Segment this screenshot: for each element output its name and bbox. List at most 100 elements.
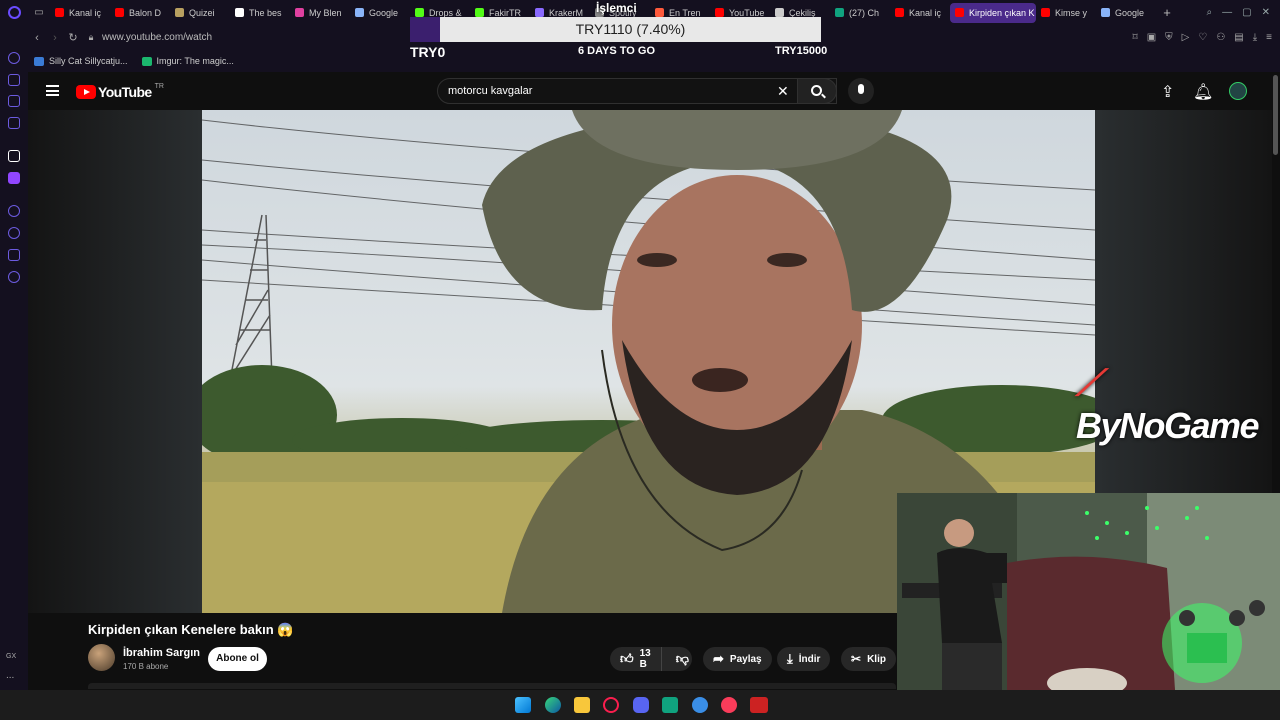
- channel-avatar[interactable]: [88, 644, 115, 671]
- discord-icon[interactable]: [633, 697, 649, 713]
- upload-icon[interactable]: ⇪: [1161, 82, 1174, 102]
- browser-tab[interactable]: Balon D: [110, 3, 170, 23]
- browser-tab[interactable]: Kanal iç: [50, 3, 110, 23]
- account-avatar[interactable]: [1229, 82, 1247, 100]
- forward-icon[interactable]: ›: [46, 32, 64, 44]
- tab-label: Kanal iç: [69, 7, 102, 18]
- close-window-icon[interactable]: ✕: [1262, 7, 1270, 18]
- back-icon[interactable]: ‹: [28, 32, 46, 44]
- bookmark-item[interactable]: Imgur: The magic...: [141, 56, 234, 66]
- bookmark-label: Imgur: The magic...: [156, 56, 234, 66]
- browser-tab[interactable]: Google: [1096, 3, 1156, 23]
- voice-search-icon[interactable]: [848, 78, 874, 104]
- subscriber-count: 170 B abone: [123, 662, 169, 671]
- menu-icon[interactable]: ≡: [1266, 32, 1272, 43]
- bookmark-label: Silly Cat Sillycatju...: [49, 56, 128, 66]
- browser-tab[interactable]: Kirpiden çıkan K: [950, 2, 1036, 23]
- description-box[interactable]: [88, 683, 896, 689]
- extensions-sidebar-icon[interactable]: [8, 249, 20, 261]
- kick-icon[interactable]: [8, 150, 20, 162]
- opera-gx-taskbar-icon[interactable]: [603, 697, 619, 713]
- stream-app-icon[interactable]: [750, 697, 768, 713]
- url-field[interactable]: www.youtube.com/watch: [102, 32, 212, 43]
- tab-label: Kimse y: [1055, 7, 1088, 18]
- window-controls: ⌕ — ▢ ✕: [1207, 0, 1270, 25]
- messenger-icon[interactable]: [8, 95, 20, 107]
- tab-favicon-icon: [835, 8, 844, 17]
- goal-progress-text: TRY1110 (7.40%): [440, 17, 821, 42]
- itunes-icon[interactable]: [721, 697, 737, 713]
- download-button[interactable]: ⤓ İndir: [777, 647, 831, 671]
- vpn-icon[interactable]: ⛨: [1165, 32, 1173, 43]
- notifications-bell-icon[interactable]: 🔔︎: [1193, 82, 1213, 102]
- account-icon[interactable]: ⚇: [1216, 32, 1225, 43]
- settings-icon[interactable]: [8, 271, 20, 283]
- channel-name[interactable]: İbrahim Sargın: [123, 647, 200, 659]
- windows-start-icon[interactable]: [515, 697, 531, 713]
- clear-search-icon[interactable]: ✕: [777, 83, 789, 100]
- tab-favicon-icon: [295, 8, 304, 17]
- share-label: Paylaş: [729, 653, 762, 665]
- twitch-icon[interactable]: [8, 172, 20, 184]
- search-button[interactable]: [797, 78, 837, 104]
- subscribe-button[interactable]: Abone ol: [208, 647, 267, 671]
- browser-tab[interactable]: Google: [350, 3, 410, 23]
- maximize-icon[interactable]: ▢: [1242, 7, 1251, 18]
- file-explorer-icon[interactable]: [574, 697, 590, 713]
- gx-label: GX: [6, 653, 17, 660]
- browser-sidebar: GX ...: [0, 25, 28, 690]
- search-tabs-icon[interactable]: ⌕: [1207, 7, 1213, 18]
- minimize-icon[interactable]: —: [1222, 7, 1232, 18]
- share-button[interactable]: ➦ Paylaş: [703, 647, 772, 671]
- guide-menu-icon[interactable]: [46, 85, 59, 96]
- music-icon[interactable]: [8, 117, 20, 129]
- snapshot-icon[interactable]: ▣: [1147, 32, 1156, 43]
- clip-button[interactable]: ✂ Klip: [841, 647, 896, 671]
- app-taskbar-icon[interactable]: [692, 697, 708, 713]
- scrollbar-thumb[interactable]: [1273, 75, 1278, 155]
- extensions-icon[interactable]: ▤: [1234, 32, 1243, 43]
- donation-goal-overlay: İşlemci TRY1110 (7.40%) TRY0 6 DAYS TO G…: [410, 0, 827, 62]
- download-icon[interactable]: ⤓: [1253, 32, 1257, 43]
- youtube-wordmark: YouTube: [98, 84, 152, 100]
- like-count: 13 B: [639, 648, 651, 670]
- youtube-logo[interactable]: YouTube TR: [76, 82, 164, 100]
- tab-favicon-icon: [1101, 8, 1110, 17]
- edge-icon[interactable]: [545, 697, 561, 713]
- workspace-icon[interactable]: ▭: [28, 0, 50, 25]
- player-icon[interactable]: ▷: [1182, 32, 1190, 43]
- tab-label: Google: [369, 7, 399, 18]
- browser-tab[interactable]: Quizei: [170, 3, 230, 23]
- like-button[interactable]: 👍︎ 13 B: [610, 647, 662, 671]
- history-icon[interactable]: [8, 227, 20, 239]
- gx-control-icon[interactable]: [8, 52, 20, 64]
- sidebar-more-icon[interactable]: ...: [6, 670, 14, 681]
- browser-tab[interactable]: Kanal iç: [890, 3, 950, 23]
- youtube-header: YouTube TR motorcu kavgalar ✕ ⇪ 🔔︎: [28, 72, 1272, 110]
- browser-tab[interactable]: The bes: [230, 3, 290, 23]
- download-arrow-icon: ⤓: [787, 651, 793, 666]
- browser-tab[interactable]: My Blen: [290, 3, 350, 23]
- tab-label: Kanal iç: [909, 7, 942, 18]
- opera-gx-logo-icon[interactable]: [0, 0, 28, 25]
- chatgpt-taskbar-icon[interactable]: [662, 697, 678, 713]
- tab-label: (27) Ch: [849, 7, 880, 18]
- heart-icon[interactable]: ♡: [1198, 32, 1207, 43]
- browser-tab[interactable]: (27) Ch: [830, 3, 890, 23]
- dislike-button[interactable]: 👎︎: [668, 651, 697, 667]
- bookmark-item[interactable]: Silly Cat Sillycatju...: [34, 56, 128, 66]
- player-sidebar-icon[interactable]: [8, 205, 20, 217]
- lock-icon: 🔒︎: [88, 32, 94, 42]
- scissors-icon: ✂: [851, 652, 862, 666]
- tab-label: Balon D: [129, 7, 162, 18]
- new-tab-button[interactable]: +: [1156, 5, 1178, 20]
- goal-days-left: 6 DAYS TO GO: [578, 45, 656, 57]
- tab-favicon-icon: [355, 8, 364, 17]
- reload-icon[interactable]: ↻: [64, 31, 82, 44]
- bookmark-icon[interactable]: ⌑: [1133, 32, 1138, 43]
- gx-corner-icon[interactable]: [8, 74, 20, 86]
- browser-tab[interactable]: Kimse y: [1036, 3, 1096, 23]
- tab-favicon-icon: [895, 8, 904, 17]
- country-code: TR: [154, 82, 164, 90]
- streamer-webcam: [897, 493, 1280, 720]
